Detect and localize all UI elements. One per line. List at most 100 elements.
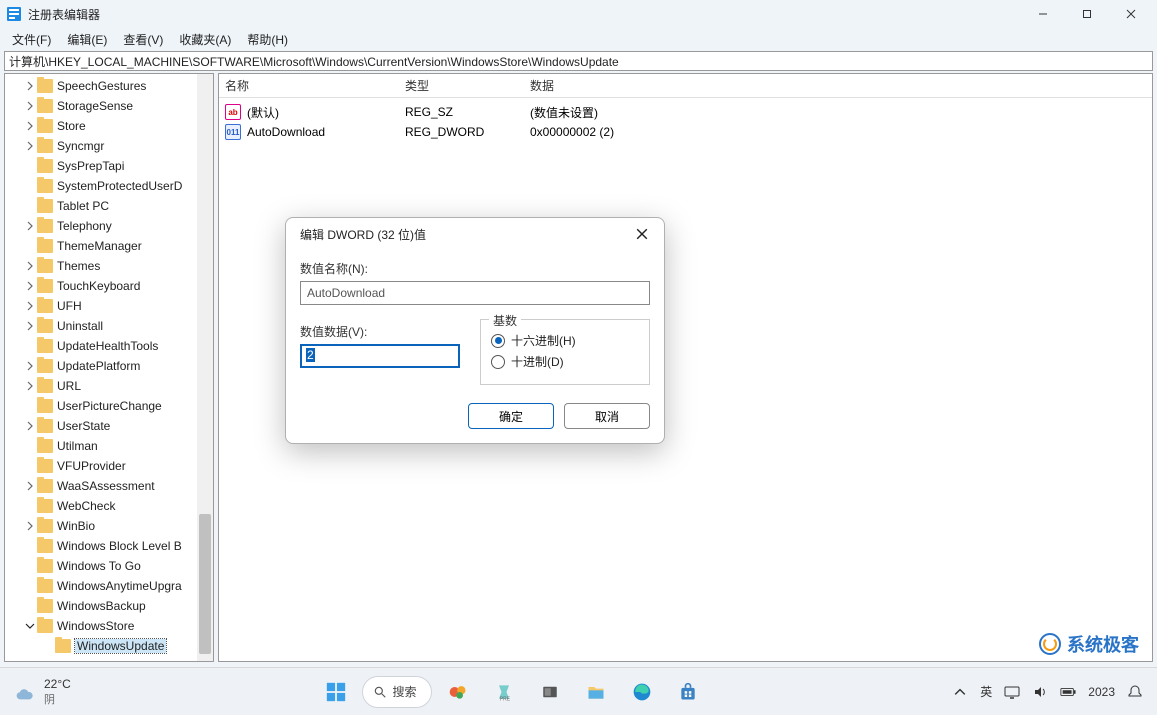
ok-button[interactable]: 确定 (468, 403, 554, 429)
chevron-right-icon[interactable] (23, 359, 37, 373)
chevron-right-icon[interactable] (23, 259, 37, 273)
maximize-button[interactable] (1065, 0, 1109, 28)
folder-icon (37, 219, 53, 233)
tree-item[interactable]: WindowsBackup (5, 596, 213, 616)
tree-item[interactable]: WindowsStore (5, 616, 213, 636)
chevron-right-icon[interactable] (23, 519, 37, 533)
chevron-right-icon[interactable] (23, 299, 37, 313)
folder-icon (37, 599, 53, 613)
tree-item[interactable]: WindowsUpdate (5, 636, 213, 656)
tray-overflow[interactable] (952, 684, 968, 700)
search-icon (373, 685, 387, 699)
tree-item[interactable]: WebCheck (5, 496, 213, 516)
chevron-right-icon[interactable] (23, 279, 37, 293)
chevron-right-icon[interactable] (23, 219, 37, 233)
dialog-close-button[interactable] (630, 222, 654, 246)
tray-battery-icon[interactable] (1060, 684, 1076, 700)
chevron-right-icon[interactable] (23, 119, 37, 133)
folder-icon (37, 159, 53, 173)
folder-icon (37, 279, 53, 293)
taskbar-edge[interactable] (622, 672, 662, 712)
tree-item-label: Tablet PC (57, 199, 109, 213)
start-button[interactable] (316, 672, 356, 712)
taskbar-search[interactable]: 搜索 (362, 676, 432, 708)
menu-edit[interactable]: 编辑(E) (59, 29, 115, 50)
tree-item[interactable]: Windows To Go (5, 556, 213, 576)
tree-item[interactable]: WaaSAssessment (5, 476, 213, 496)
tree-item[interactable]: UFH (5, 296, 213, 316)
tree-item[interactable]: UserState (5, 416, 213, 436)
taskbar-copilot[interactable]: PRE (484, 672, 524, 712)
radio-dec[interactable]: 十进制(D) (491, 353, 639, 370)
chevron-right-icon[interactable] (23, 379, 37, 393)
chevron-right-icon[interactable] (23, 79, 37, 93)
tree-item[interactable]: WindowsAnytimeUpgra (5, 576, 213, 596)
tree-item[interactable]: ThemeManager (5, 236, 213, 256)
registry-tree[interactable]: SpeechGesturesStorageSenseStoreSyncmgrSy… (5, 74, 213, 661)
list-row[interactable]: ab(默认)REG_SZ(数值未设置) (225, 102, 1146, 122)
tree-scrollbar[interactable] (197, 74, 213, 661)
reg-value-icon: ab (225, 104, 241, 120)
tree-item[interactable]: StorageSense (5, 96, 213, 116)
chevron-right-icon[interactable] (23, 99, 37, 113)
tree-item[interactable]: Tablet PC (5, 196, 213, 216)
chevron-right-icon[interactable] (23, 419, 37, 433)
menu-help[interactable]: 帮助(H) (239, 29, 296, 50)
tree-item[interactable]: Store (5, 116, 213, 136)
menu-file[interactable]: 文件(F) (4, 29, 59, 50)
list-row[interactable]: 011AutoDownloadREG_DWORD0x00000002 (2) (225, 122, 1146, 142)
col-header-type[interactable]: 类型 (405, 77, 530, 94)
tree-item[interactable]: UserPictureChange (5, 396, 213, 416)
tree-item[interactable]: UpdatePlatform (5, 356, 213, 376)
folder-icon (37, 619, 53, 633)
tree-item[interactable]: Syncmgr (5, 136, 213, 156)
tree-item[interactable]: TouchKeyboard (5, 276, 213, 296)
cell-name: AutoDownload (247, 125, 405, 139)
tree-item[interactable]: Telephony (5, 216, 213, 236)
tree-item[interactable]: URL (5, 376, 213, 396)
folder-icon (37, 299, 53, 313)
taskbar-taskview[interactable] (530, 672, 570, 712)
tree-item[interactable]: Windows Block Level B (5, 536, 213, 556)
tree-item[interactable]: Utilman (5, 436, 213, 456)
tree-item[interactable]: SysPrepTapi (5, 156, 213, 176)
cell-type: REG_SZ (405, 105, 530, 119)
taskbar-store[interactable] (668, 672, 708, 712)
address-bar[interactable]: 计算机\HKEY_LOCAL_MACHINE\SOFTWARE\Microsof… (4, 51, 1153, 71)
taskbar-widget-1[interactable] (438, 672, 478, 712)
value-name-input[interactable] (300, 281, 650, 305)
tree-item[interactable]: SpeechGestures (5, 76, 213, 96)
tray-clock[interactable]: 2023 (1088, 685, 1115, 699)
menu-favorites[interactable]: 收藏夹(A) (171, 29, 239, 50)
menu-view[interactable]: 查看(V) (115, 29, 171, 50)
value-data-input[interactable]: 2 (300, 344, 460, 368)
folder-icon (37, 519, 53, 533)
chevron-right-icon[interactable] (23, 479, 37, 493)
chevron-right-icon[interactable] (23, 139, 37, 153)
tree-item[interactable]: Themes (5, 256, 213, 276)
taskbar-weather[interactable]: 22°C 阴 (0, 677, 71, 707)
close-button[interactable] (1109, 0, 1153, 28)
radio-hex[interactable]: 十六进制(H) (491, 332, 639, 349)
dialog-titlebar[interactable]: 编辑 DWORD (32 位)值 (286, 218, 664, 250)
cancel-button[interactable]: 取消 (564, 403, 650, 429)
minimize-button[interactable] (1021, 0, 1065, 28)
tray-volume-icon[interactable] (1032, 684, 1048, 700)
taskbar-explorer[interactable] (576, 672, 616, 712)
chevron-down-icon[interactable] (23, 619, 37, 633)
chevron-right-icon[interactable] (23, 319, 37, 333)
tree-item[interactable]: WinBio (5, 516, 213, 536)
tray-network-icon[interactable] (1004, 684, 1020, 700)
tray-ime[interactable]: 英 (980, 683, 992, 700)
tree-item[interactable]: VFUProvider (5, 456, 213, 476)
window-titlebar: 注册表编辑器 (0, 0, 1157, 28)
tray-notifications-icon[interactable] (1127, 684, 1143, 700)
col-header-name[interactable]: 名称 (225, 77, 405, 94)
scrollbar-thumb[interactable] (199, 514, 211, 654)
tree-item-label: Windows Block Level B (57, 539, 182, 553)
tree-item-label: WindowsUpdate (75, 639, 166, 653)
tree-item[interactable]: UpdateHealthTools (5, 336, 213, 356)
col-header-data[interactable]: 数据 (530, 77, 1152, 94)
tree-item[interactable]: Uninstall (5, 316, 213, 336)
tree-item[interactable]: SystemProtectedUserD (5, 176, 213, 196)
